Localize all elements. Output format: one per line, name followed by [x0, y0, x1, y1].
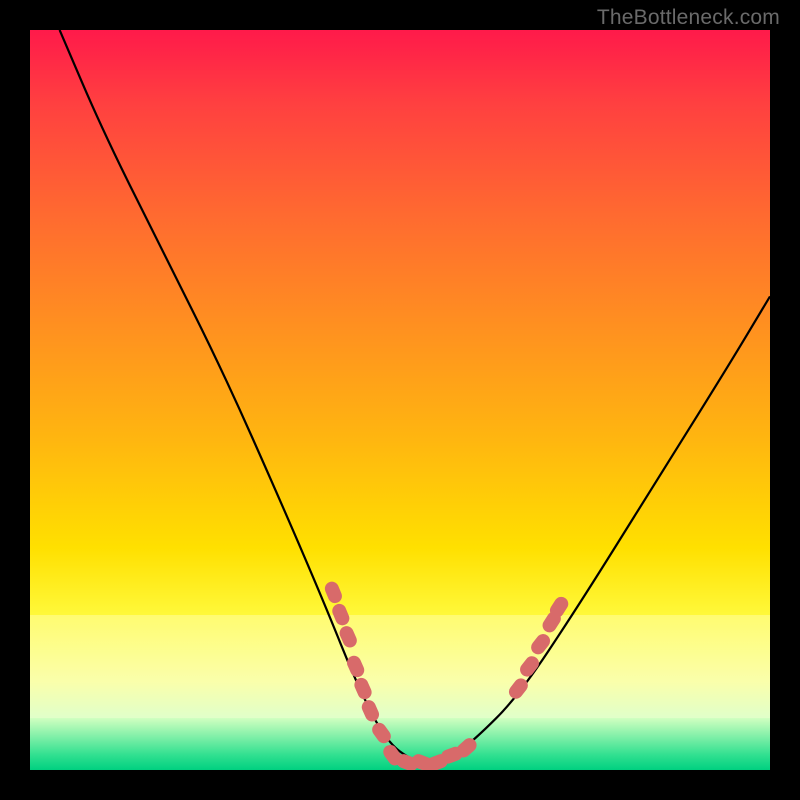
- data-marker: [517, 653, 542, 679]
- main-curve: [60, 30, 770, 763]
- curve-layer: [30, 30, 770, 770]
- watermark-text: TheBottleneck.com: [597, 6, 780, 30]
- curve-path: [60, 30, 770, 763]
- data-marker: [323, 580, 344, 606]
- data-marker: [506, 676, 531, 702]
- data-marker: [360, 698, 382, 724]
- data-marker: [345, 654, 367, 680]
- data-marker: [528, 631, 553, 657]
- marker-layer: [323, 580, 571, 770]
- plot-area: [30, 30, 770, 770]
- chart-frame: TheBottleneck.com: [0, 0, 800, 800]
